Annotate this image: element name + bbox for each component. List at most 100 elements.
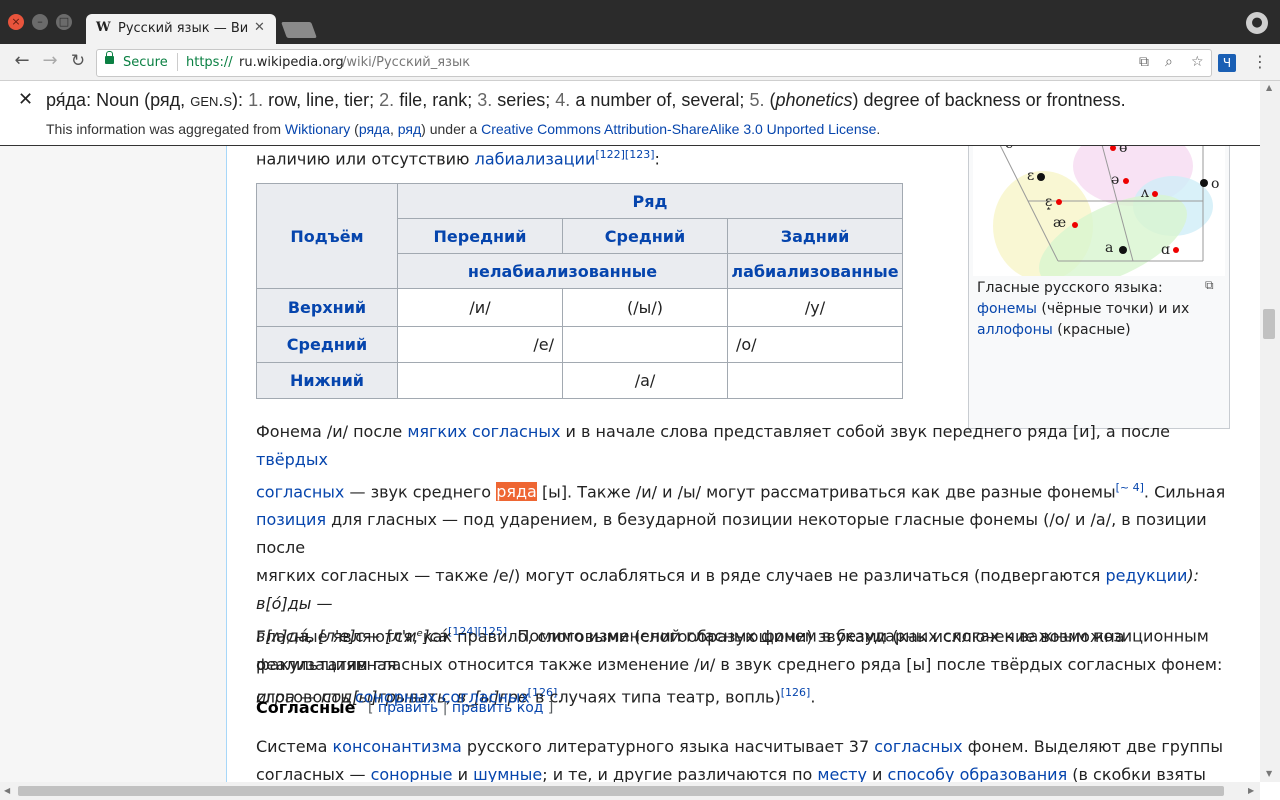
table-header-front[interactable]: Передний [397,218,563,254]
ref[interactable]: [~ 4] [1116,481,1144,494]
manner-link[interactable]: способу образования [888,765,1068,782]
p-text: Гласные являются, как правило, слоговыми… [256,627,1125,674]
vertical-scroll-thumb[interactable] [1263,309,1275,339]
reload-button[interactable]: ↻ [68,51,88,71]
horizontal-scroll-thumb[interactable] [18,786,1224,796]
p-text: . [810,687,816,707]
horizontal-scrollbar[interactable]: ◀ ▶ [0,782,1260,800]
p-text: для гласных — под ударением, в безударно… [256,510,1207,558]
part-of-speech: Noun (ряд, [96,90,186,110]
new-tab-button[interactable] [281,22,317,38]
bracket: [ [368,700,374,716]
window-close-button[interactable]: × [8,14,24,30]
url-separator [177,53,178,71]
hard-consonants-link[interactable]: согласных [256,482,344,501]
p-text: и [457,765,468,782]
position-link[interactable]: позиция [256,510,326,529]
consonants-link[interactable]: согласных [874,737,962,756]
back-button[interactable]: ← [12,51,32,71]
table-row-label[interactable]: Верхний [256,288,398,327]
wikipedia-favicon-icon: W [96,20,111,35]
profile-icon[interactable]: ● [1246,12,1268,34]
noisy-link[interactable]: шумные [473,765,542,782]
hard-consonants-link[interactable]: твёрдых [256,450,328,469]
wiktionary-link[interactable]: Wiktionary [285,121,350,137]
translate-icon[interactable]: ⧉ [1139,54,1149,70]
license-link[interactable]: Creative Commons Attribution-ShareAlike … [481,121,876,137]
table-header-rounded[interactable]: лабиализованные [727,253,903,289]
headword: ря́да: [46,90,92,110]
scroll-up-arrow-icon[interactable]: ▲ [1266,83,1272,92]
vertical-scrollbar[interactable]: ▲ ▼ [1260,81,1280,782]
reduction-link[interactable]: редукции [1105,566,1187,585]
vowel-symbol: ɛ [1027,168,1034,184]
table-header-row[interactable]: Ряд [397,183,903,219]
window-maximize-button[interactable]: □ [56,14,72,30]
figure-caption: Гласные русского языка: фонемы (чёрные т… [977,278,1221,341]
source-text: ) under a [421,121,478,137]
p-text: (в скобки взяты [1072,765,1206,782]
phonemes-link[interactable]: фонемы [977,301,1037,317]
vowel-table: Подъём Ряд Передний Средний Задний нелаб… [256,183,903,399]
scroll-left-arrow-icon[interactable]: ◀ [4,786,10,795]
window-minimize-button[interactable]: – [32,14,48,30]
browser-menu-icon[interactable]: ⋮ [1252,52,1268,71]
table-header-unrounded[interactable]: нелабиализованные [397,253,728,289]
soft-consonants-link[interactable]: мягких согласных [407,422,560,441]
table-header-rise[interactable]: Подъём [256,183,398,289]
edit-code-link[interactable]: править код [452,700,544,716]
p-text: фонем. Выделяют две группы [967,737,1223,756]
vowel-symbol: ə [1111,172,1119,188]
table-header-back[interactable]: Задний [727,218,903,254]
table-row-label[interactable]: Средний [256,326,398,363]
intro-refs[interactable]: [122][123] [595,148,654,161]
allophones-link[interactable]: аллофоны [977,322,1053,338]
bookmark-star-icon[interactable]: ☆ [1191,54,1204,70]
url-scheme: https:// [186,55,233,70]
close-icon[interactable]: ✕ [18,89,33,110]
lock-icon [105,51,114,64]
sense-text: row, line, tier; [268,90,375,110]
address-bar[interactable]: Secure https:// ru.wikipedia.org /wiki/Р… [96,49,1212,77]
source-text: This information was aggregated from [46,121,281,137]
extension-icon[interactable]: Ч [1218,54,1236,72]
sonorants-link[interactable]: сонорные [371,765,453,782]
vowel-symbol: ɛ̝ [1045,194,1052,211]
consonantism-link[interactable]: консонантизма [333,737,462,756]
table-cell: /и/ [397,288,563,327]
page-viewport: наличию или отсутствию лабиализации[122]… [0,81,1260,782]
vowel-symbol: a [1105,240,1113,256]
grammar-tag: gen.s [190,90,233,110]
scroll-right-arrow-icon[interactable]: ▶ [1248,786,1254,795]
browser-tab[interactable]: W Русский язык — Ви ✕ [86,14,276,44]
sense-number: 2. [379,90,395,110]
place-link[interactable]: месту [817,765,867,782]
table-row-label[interactable]: Нижний [256,362,398,399]
browser-toolbar: ← → ↻ Secure https:// ru.wikipedia.org /… [0,44,1280,81]
zoom-icon[interactable]: ⌕ [1165,54,1173,70]
p-text: и в начале слова представляет собой звук… [565,422,1170,441]
wiktionary-entry-link[interactable]: ряда [359,121,390,137]
highlighted-word[interactable]: ряда [496,482,537,502]
source-text: . [876,121,881,137]
scroll-down-arrow-icon[interactable]: ▼ [1266,769,1272,778]
edit-link[interactable]: править [378,700,438,716]
vowel-symbol: æ [1053,215,1066,231]
table-cell: /о/ [727,326,903,363]
table-header-central[interactable]: Средний [562,218,728,254]
vowel-chart-image[interactable]: e ɵ ɛ ə o ʌ ɛ̝ æ a ɑ [973,136,1225,276]
ref[interactable]: [126] [781,686,811,699]
p-text: в случаях типа театр, вопль) [535,687,781,707]
wiktionary-entry-link[interactable]: ряд [398,121,421,137]
forward-button[interactable]: → [40,51,60,71]
labialization-link[interactable]: лабиализации [475,149,596,168]
sense-number: 4. [555,90,571,110]
dictionary-definition: ря́да: Noun (ряд, gen.s): 1. row, line, … [46,90,1126,111]
table-cell [727,362,903,399]
p-text: Фонема /и/ после [256,422,403,441]
tab-close-icon[interactable]: ✕ [254,20,265,35]
p-text: Система [256,737,328,756]
url-host: ru.wikipedia.org [239,55,344,70]
caption-text: Гласные русского языка: [977,280,1163,296]
table-cell [562,326,728,363]
